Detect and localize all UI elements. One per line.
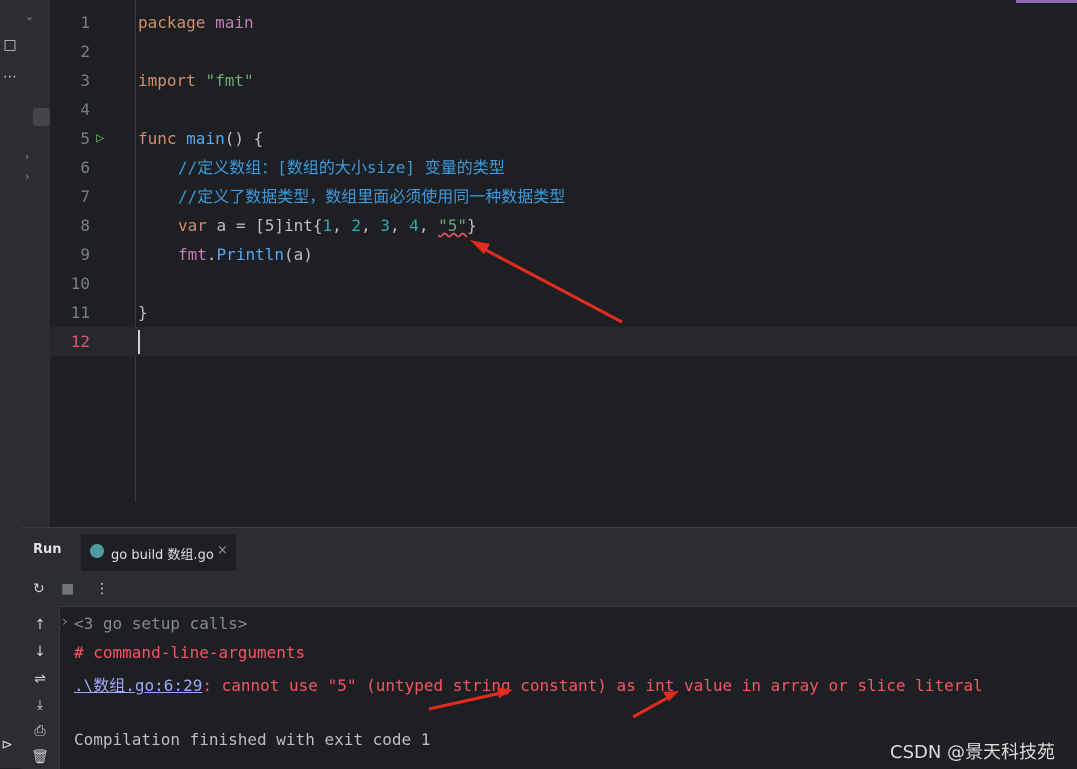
annotation-arrow [481,246,623,324]
chevron-right-icon[interactable]: › [62,614,68,630]
soft-wrap-icon[interactable]: ⇌ [31,670,49,688]
arrow-down-icon[interactable]: ↓ [31,643,49,661]
more-icon[interactable]: ⋮ [95,581,109,597]
run-panel-title: Run [33,542,62,557]
error-location-link[interactable]: .\数组.go:6:29 [74,676,202,695]
structure-icon[interactable]: □ [1,36,19,54]
close-icon[interactable]: × [217,543,228,558]
console-line-finished: Compilation finished with exit code 1 [74,730,431,749]
run-panel-header: Run go build 数组.go × [21,528,1077,573]
run-tab-label: go build 数组.go [111,548,214,563]
run-panel: Run go build 数组.go × ↻ ■ ⋮ ↑ ↓ ⇌ ⤓ ⎙ 🗑 ›… [21,527,1077,769]
console-side-toolbar: ↑ ↓ ⇌ ⤓ ⎙ 🗑 [21,606,60,769]
scroll-to-end-icon[interactable]: ⤓ [31,696,49,714]
selected-tree-item[interactable] [33,108,50,126]
watermark: CSDN @景天科技苑 [890,742,1056,763]
stop-icon[interactable]: ■ [61,581,74,597]
chevron-right-icon[interactable]: › [25,170,29,183]
print-icon[interactable]: ⎙ [31,722,49,740]
run-toolbar: ↻ ■ ⋮ [21,571,1077,607]
chevron-down-icon[interactable]: ⌄ [25,10,34,23]
code-editor[interactable]: 1 package main 2 3 import "fmt" 4 5 ▷ fu… [50,0,1077,527]
console-line-header: # command-line-arguments [74,643,306,662]
services-icon[interactable]: ⊳ [0,736,16,754]
annotation-arrow-overlay [470,240,623,324]
chevron-right-icon[interactable]: › [25,150,29,163]
console-line-setup[interactable]: <3 go setup calls> [74,614,247,633]
trash-icon[interactable]: 🗑 [31,748,49,766]
project-tree-strip: ⌄ › › [21,0,51,527]
error-message: : cannot use "5" (untyped string constan… [202,676,983,695]
console-line-error: .\数组.go:6:29: cannot use "5" (untyped st… [74,672,983,696]
rerun-icon[interactable]: ↻ [33,581,45,597]
run-tab[interactable]: go build 数组.go × [81,534,236,573]
more-icon[interactable]: ⋯ [1,68,19,86]
go-build-icon [90,544,104,558]
left-tool-strip: □ ⋯ ⊳ [0,0,22,768]
arrow-up-icon[interactable]: ↑ [31,616,49,634]
